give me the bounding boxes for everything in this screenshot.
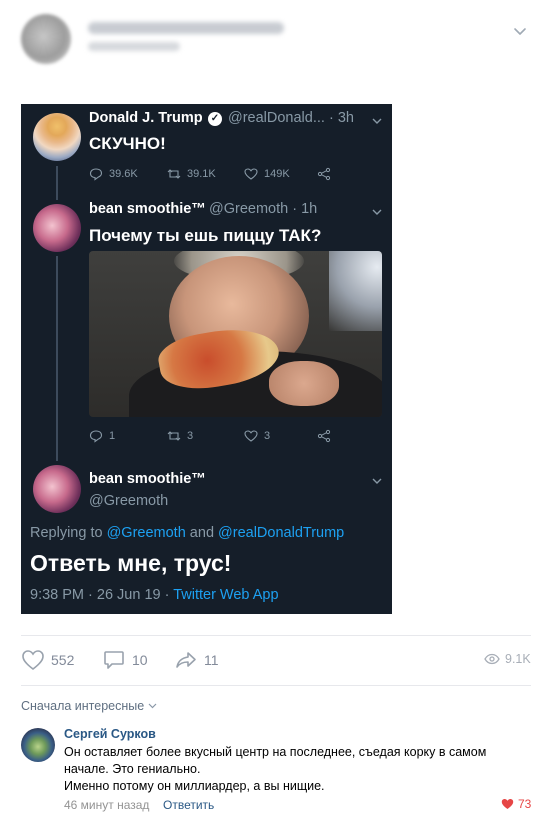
reply1-text: Почему ты ешь пиццу ТАК? [89, 226, 322, 245]
photo-background-light [329, 251, 382, 331]
divider [21, 685, 531, 686]
heart-icon [22, 650, 44, 671]
retweet-count: 3 [167, 428, 193, 444]
share-button[interactable]: 11 [174, 649, 219, 671]
chevron-down-icon[interactable] [511, 22, 529, 40]
tweet-screenshot-image[interactable]: Donald J. Trump ✓ @realDonald... · 3h СК… [21, 104, 392, 614]
share-count: 11 [204, 652, 219, 668]
reply-icon [89, 168, 103, 181]
like-count: 552 [51, 652, 75, 668]
comment-reply-link[interactable]: Ответить [163, 798, 214, 812]
like-button[interactable]: 552 [21, 649, 74, 671]
photo-hand [269, 361, 339, 406]
comment-like-button[interactable]: 73 [501, 797, 531, 811]
replying-link-trump: @realDonaldTrump [218, 525, 345, 541]
tweet-chevron-icon [372, 209, 382, 215]
reply2-name: bean smoothie™ [89, 471, 206, 487]
reply1-name: bean smoothie™ [89, 201, 206, 217]
reply-count-label: 1 [109, 430, 116, 442]
chevron-down-icon [148, 703, 157, 709]
bean-smoothie-avatar [33, 204, 81, 252]
retweet-count: 39.1K [167, 166, 216, 182]
trump-avatar [33, 113, 81, 161]
like-count-label: 3 [264, 430, 271, 442]
divider [21, 635, 531, 636]
reply-icon [89, 430, 103, 443]
reply2-handle: @Greemoth [89, 493, 169, 509]
eye-icon [484, 653, 500, 665]
heart-icon [244, 168, 258, 180]
retweet-count-label: 39.1K [187, 168, 216, 180]
post-header [0, 0, 550, 80]
heart-icon [244, 430, 258, 442]
replying-prefix: Replying to [30, 525, 107, 541]
group-name-blurred[interactable] [88, 22, 284, 34]
reply2-text: Ответь мне, трус! [30, 550, 232, 576]
tweet-chevron-icon [372, 478, 382, 484]
thread-line [56, 166, 58, 200]
reply-count: 39.6K [89, 166, 138, 182]
tweet-chevron-icon [372, 118, 382, 124]
views-count: 9.1K [505, 652, 531, 666]
tweet-timestamp: 9:38 PM · 26 Jun 19 · [30, 587, 174, 603]
comment-time[interactable]: 46 минут назад [64, 798, 149, 812]
verified-icon: ✓ [208, 112, 222, 126]
thread-line [56, 256, 58, 461]
trump-name: Donald J. Trump [89, 110, 203, 126]
reply-count-label: 39.6K [109, 168, 138, 180]
retweet-icon [167, 169, 181, 179]
reply-count: 1 [89, 428, 115, 444]
views-counter: 9.1K [484, 652, 531, 666]
replying-link-greemoth: @Greemoth [106, 525, 186, 541]
trump-tweet-text: СКУЧНО! [89, 134, 166, 153]
heart-icon [501, 799, 514, 809]
comment-text-line: начале. Это гениально. [64, 762, 201, 776]
comment-author-avatar[interactable] [21, 728, 55, 762]
trump-tweet-actions: 39.6K 39.1K 149K [89, 166, 379, 182]
comment-icon [104, 651, 124, 669]
tweet-source-app: Twitter Web App [173, 587, 279, 603]
retweet-count-label: 3 [187, 430, 194, 442]
group-avatar[interactable] [21, 14, 71, 64]
retweet-icon [167, 431, 181, 441]
comment-text-line: Именно потому он миллиардер, а вы нищие. [64, 779, 325, 793]
trump-handle: @realDonald... · 3h [228, 110, 354, 126]
post-time-blurred[interactable] [88, 42, 180, 51]
comment-button[interactable]: 10 [102, 649, 148, 671]
sort-label: Сначала интересные [21, 699, 145, 713]
comment-count: 10 [132, 652, 148, 668]
reply1-handle: @Greemoth · 1h [209, 201, 318, 217]
like-count: 3 [244, 428, 270, 444]
bean-smoothie-avatar [33, 465, 81, 513]
replying-to: Replying to @Greemoth and @realDonaldTru… [30, 525, 344, 541]
comment-text-line: Он оставляет более вкусный центр на посл… [64, 745, 487, 759]
comment-author-name[interactable]: Сергей Сурков [64, 727, 156, 741]
share-action [317, 428, 337, 444]
like-count: 149K [244, 166, 290, 182]
comment-like-count: 73 [518, 797, 532, 811]
share-action [317, 166, 337, 182]
reply1-actions: 1 3 3 [89, 428, 379, 444]
pizza-photo [89, 251, 382, 417]
like-count-label: 149K [264, 168, 290, 180]
share-arrow-icon [176, 652, 196, 668]
share-icon [317, 167, 331, 181]
share-icon [317, 429, 331, 443]
comments-sort-dropdown[interactable]: Сначала интересные [21, 699, 157, 713]
replying-and: and [185, 525, 219, 541]
tweet-meta: 9:38 PM · 26 Jun 19 · Twitter Web App [30, 587, 279, 603]
